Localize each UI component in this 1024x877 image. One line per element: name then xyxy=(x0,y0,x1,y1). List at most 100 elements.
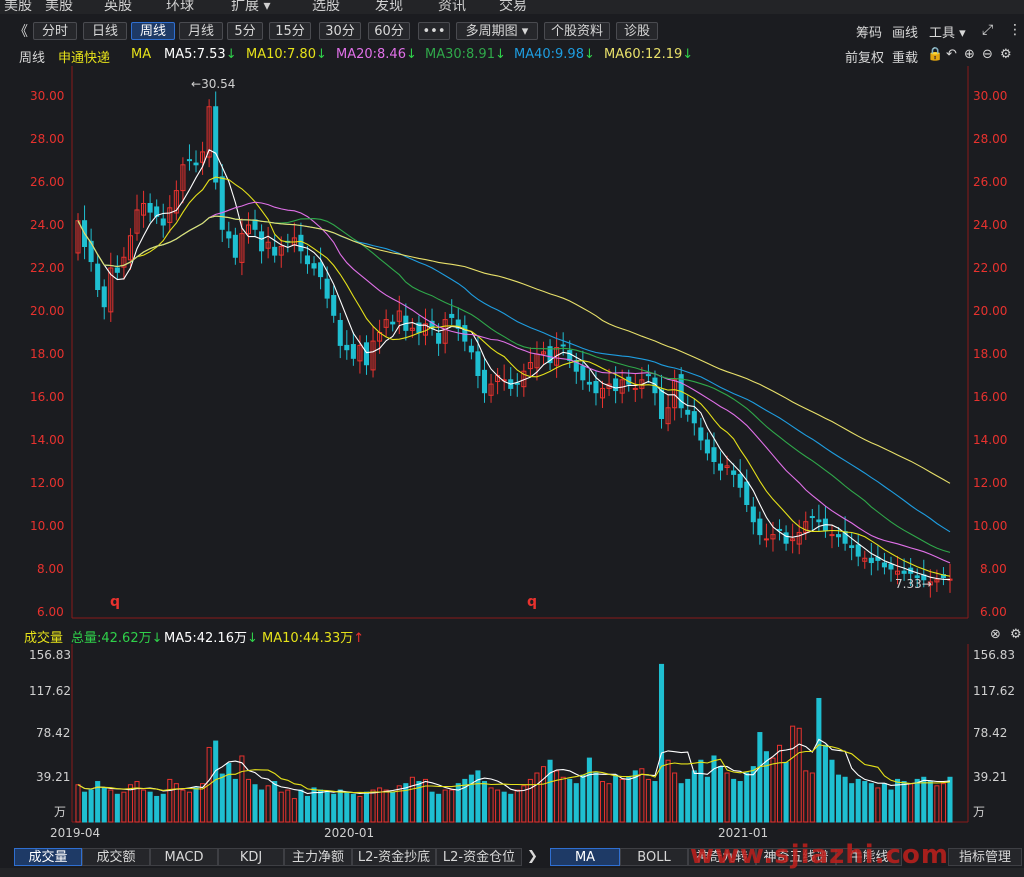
undo-icon[interactable]: ↶ xyxy=(946,47,957,62)
tab-volume[interactable]: 成交量 xyxy=(14,848,82,866)
volume-bar xyxy=(324,791,330,823)
fullscreen-icon[interactable]: ⤢ xyxy=(982,22,993,38)
ma60-value: MA60:12.19↓ xyxy=(604,47,693,62)
period-day[interactable]: 日线 xyxy=(83,22,127,40)
candle-body xyxy=(147,203,153,213)
date-tick: 2020-01 xyxy=(324,826,375,840)
period-minute[interactable]: 分时 xyxy=(33,22,77,40)
volume-bar xyxy=(114,793,120,823)
period-month[interactable]: 月线 xyxy=(179,22,223,40)
candle-body xyxy=(318,262,324,278)
watermark: www.sjiazhi.com xyxy=(690,840,949,870)
top-menu-item[interactable]: 美股 xyxy=(45,0,73,14)
multi-period-dropdown[interactable]: 多周期图 ▾ xyxy=(456,22,538,40)
volume-bar xyxy=(291,798,297,823)
period-5min[interactable]: 5分 xyxy=(227,22,263,40)
candle-body xyxy=(363,342,370,366)
adjust-button[interactable]: 前复权 xyxy=(845,47,884,66)
candle-body xyxy=(868,557,874,564)
volume-bar xyxy=(921,776,927,823)
volume-bar xyxy=(449,789,455,823)
close-icon[interactable]: ⊗ xyxy=(990,627,1001,642)
diagnose-button[interactable]: 诊股 xyxy=(616,22,658,40)
date-tick: 2019-04 xyxy=(50,826,101,840)
candle-body xyxy=(337,319,343,346)
volume-bar xyxy=(888,789,894,823)
tab-main-net[interactable]: 主力净额 xyxy=(284,848,352,866)
stock-profile-button[interactable]: 个股资料 xyxy=(544,22,610,40)
high-price-value: 30.54 xyxy=(201,77,236,91)
tab-l2-position[interactable]: L2-资金仓位 xyxy=(436,848,522,866)
candle-body xyxy=(731,470,737,475)
volume-bar xyxy=(868,783,874,823)
candle-body xyxy=(226,231,232,239)
tab-ma[interactable]: MA xyxy=(550,848,620,866)
tab-macd[interactable]: MACD xyxy=(150,848,218,866)
down-arrow-icon: ↓ xyxy=(405,47,417,62)
period-week[interactable]: 周线 xyxy=(131,22,175,40)
volume-chart[interactable] xyxy=(0,644,1024,824)
ma-indicator-label[interactable]: MA xyxy=(131,47,151,62)
candle-body xyxy=(331,295,337,316)
tab-turnover[interactable]: 成交额 xyxy=(82,848,150,866)
ma30-text: MA30:8.91 xyxy=(425,47,495,62)
event-marker[interactable]: q xyxy=(110,594,120,610)
indicator-manage-button[interactable]: 指标管理 xyxy=(948,848,1022,866)
volume-bar xyxy=(875,787,881,823)
top-menu-item[interactable]: 发现 xyxy=(375,0,403,14)
chip-distribution-button[interactable]: 筹码 xyxy=(856,22,882,41)
top-menu-item[interactable]: 英股 xyxy=(104,0,132,14)
more-periods-button[interactable]: ••• xyxy=(418,22,450,40)
top-menu-item[interactable]: 交易 xyxy=(499,0,527,14)
candle-body xyxy=(593,381,599,394)
stock-name: 申通快递 xyxy=(58,51,111,66)
candle-body xyxy=(350,344,356,359)
top-menu-item[interactable]: 资讯 xyxy=(438,0,466,14)
draw-line-button[interactable]: 画线 xyxy=(892,22,918,41)
volume-bar xyxy=(672,772,678,823)
volume-bar xyxy=(809,772,815,823)
volume-bar xyxy=(560,776,566,823)
volume-bar xyxy=(881,783,887,823)
price-chart[interactable] xyxy=(0,66,1024,626)
volume-bar xyxy=(259,789,265,823)
top-menu-item[interactable]: 扩展 ▾ xyxy=(231,0,270,14)
candle-body xyxy=(881,562,887,568)
candle-body xyxy=(586,381,592,385)
volume-bar xyxy=(580,774,586,823)
candle-body xyxy=(888,563,894,570)
zoom-out-icon[interactable]: ⊖ xyxy=(982,47,993,62)
settings-icon[interactable]: ⚙ xyxy=(1010,627,1022,642)
volume-bar xyxy=(514,789,520,823)
top-menu-item[interactable]: 选股 xyxy=(312,0,340,14)
ma30-value: MA30:8.91↓ xyxy=(425,47,506,62)
period-15min[interactable]: 15分 xyxy=(269,22,311,40)
tab-boll[interactable]: BOLL xyxy=(620,848,688,866)
back-button[interactable]: 《 xyxy=(14,21,28,41)
top-menu-item[interactable]: 环球 xyxy=(166,0,194,14)
volume-bar xyxy=(318,789,324,823)
lock-icon[interactable]: 🔒 xyxy=(927,47,943,62)
volume-bar xyxy=(685,778,691,823)
zoom-in-icon[interactable]: ⊕ xyxy=(964,47,975,62)
settings-icon[interactable]: ⚙ xyxy=(1000,47,1012,62)
volume-bar xyxy=(665,759,671,823)
period-30min[interactable]: 30分 xyxy=(319,22,361,40)
volume-bar xyxy=(147,791,153,823)
candle-body xyxy=(613,378,619,392)
tools-dropdown[interactable]: 工具 ▾ xyxy=(929,22,966,41)
tab-kdj[interactable]: KDJ xyxy=(218,848,284,866)
volume-bar xyxy=(849,783,855,823)
period-60min[interactable]: 60分 xyxy=(368,22,410,40)
top-menu-item[interactable]: 美股 xyxy=(4,0,32,14)
ma20-value: MA20:8.46↓ xyxy=(336,47,417,62)
volume-bar xyxy=(626,776,632,823)
volume-bar xyxy=(337,789,343,823)
volume-bar xyxy=(901,781,907,823)
chevron-right-icon[interactable]: ❯ xyxy=(527,849,538,864)
reload-button[interactable]: 重载 xyxy=(892,47,918,66)
candle-body xyxy=(449,313,455,318)
more-icon[interactable]: ⋮ xyxy=(1008,22,1022,38)
event-marker[interactable]: q xyxy=(527,594,537,610)
tab-l2-bottom[interactable]: L2-资金抄底 xyxy=(352,848,436,866)
